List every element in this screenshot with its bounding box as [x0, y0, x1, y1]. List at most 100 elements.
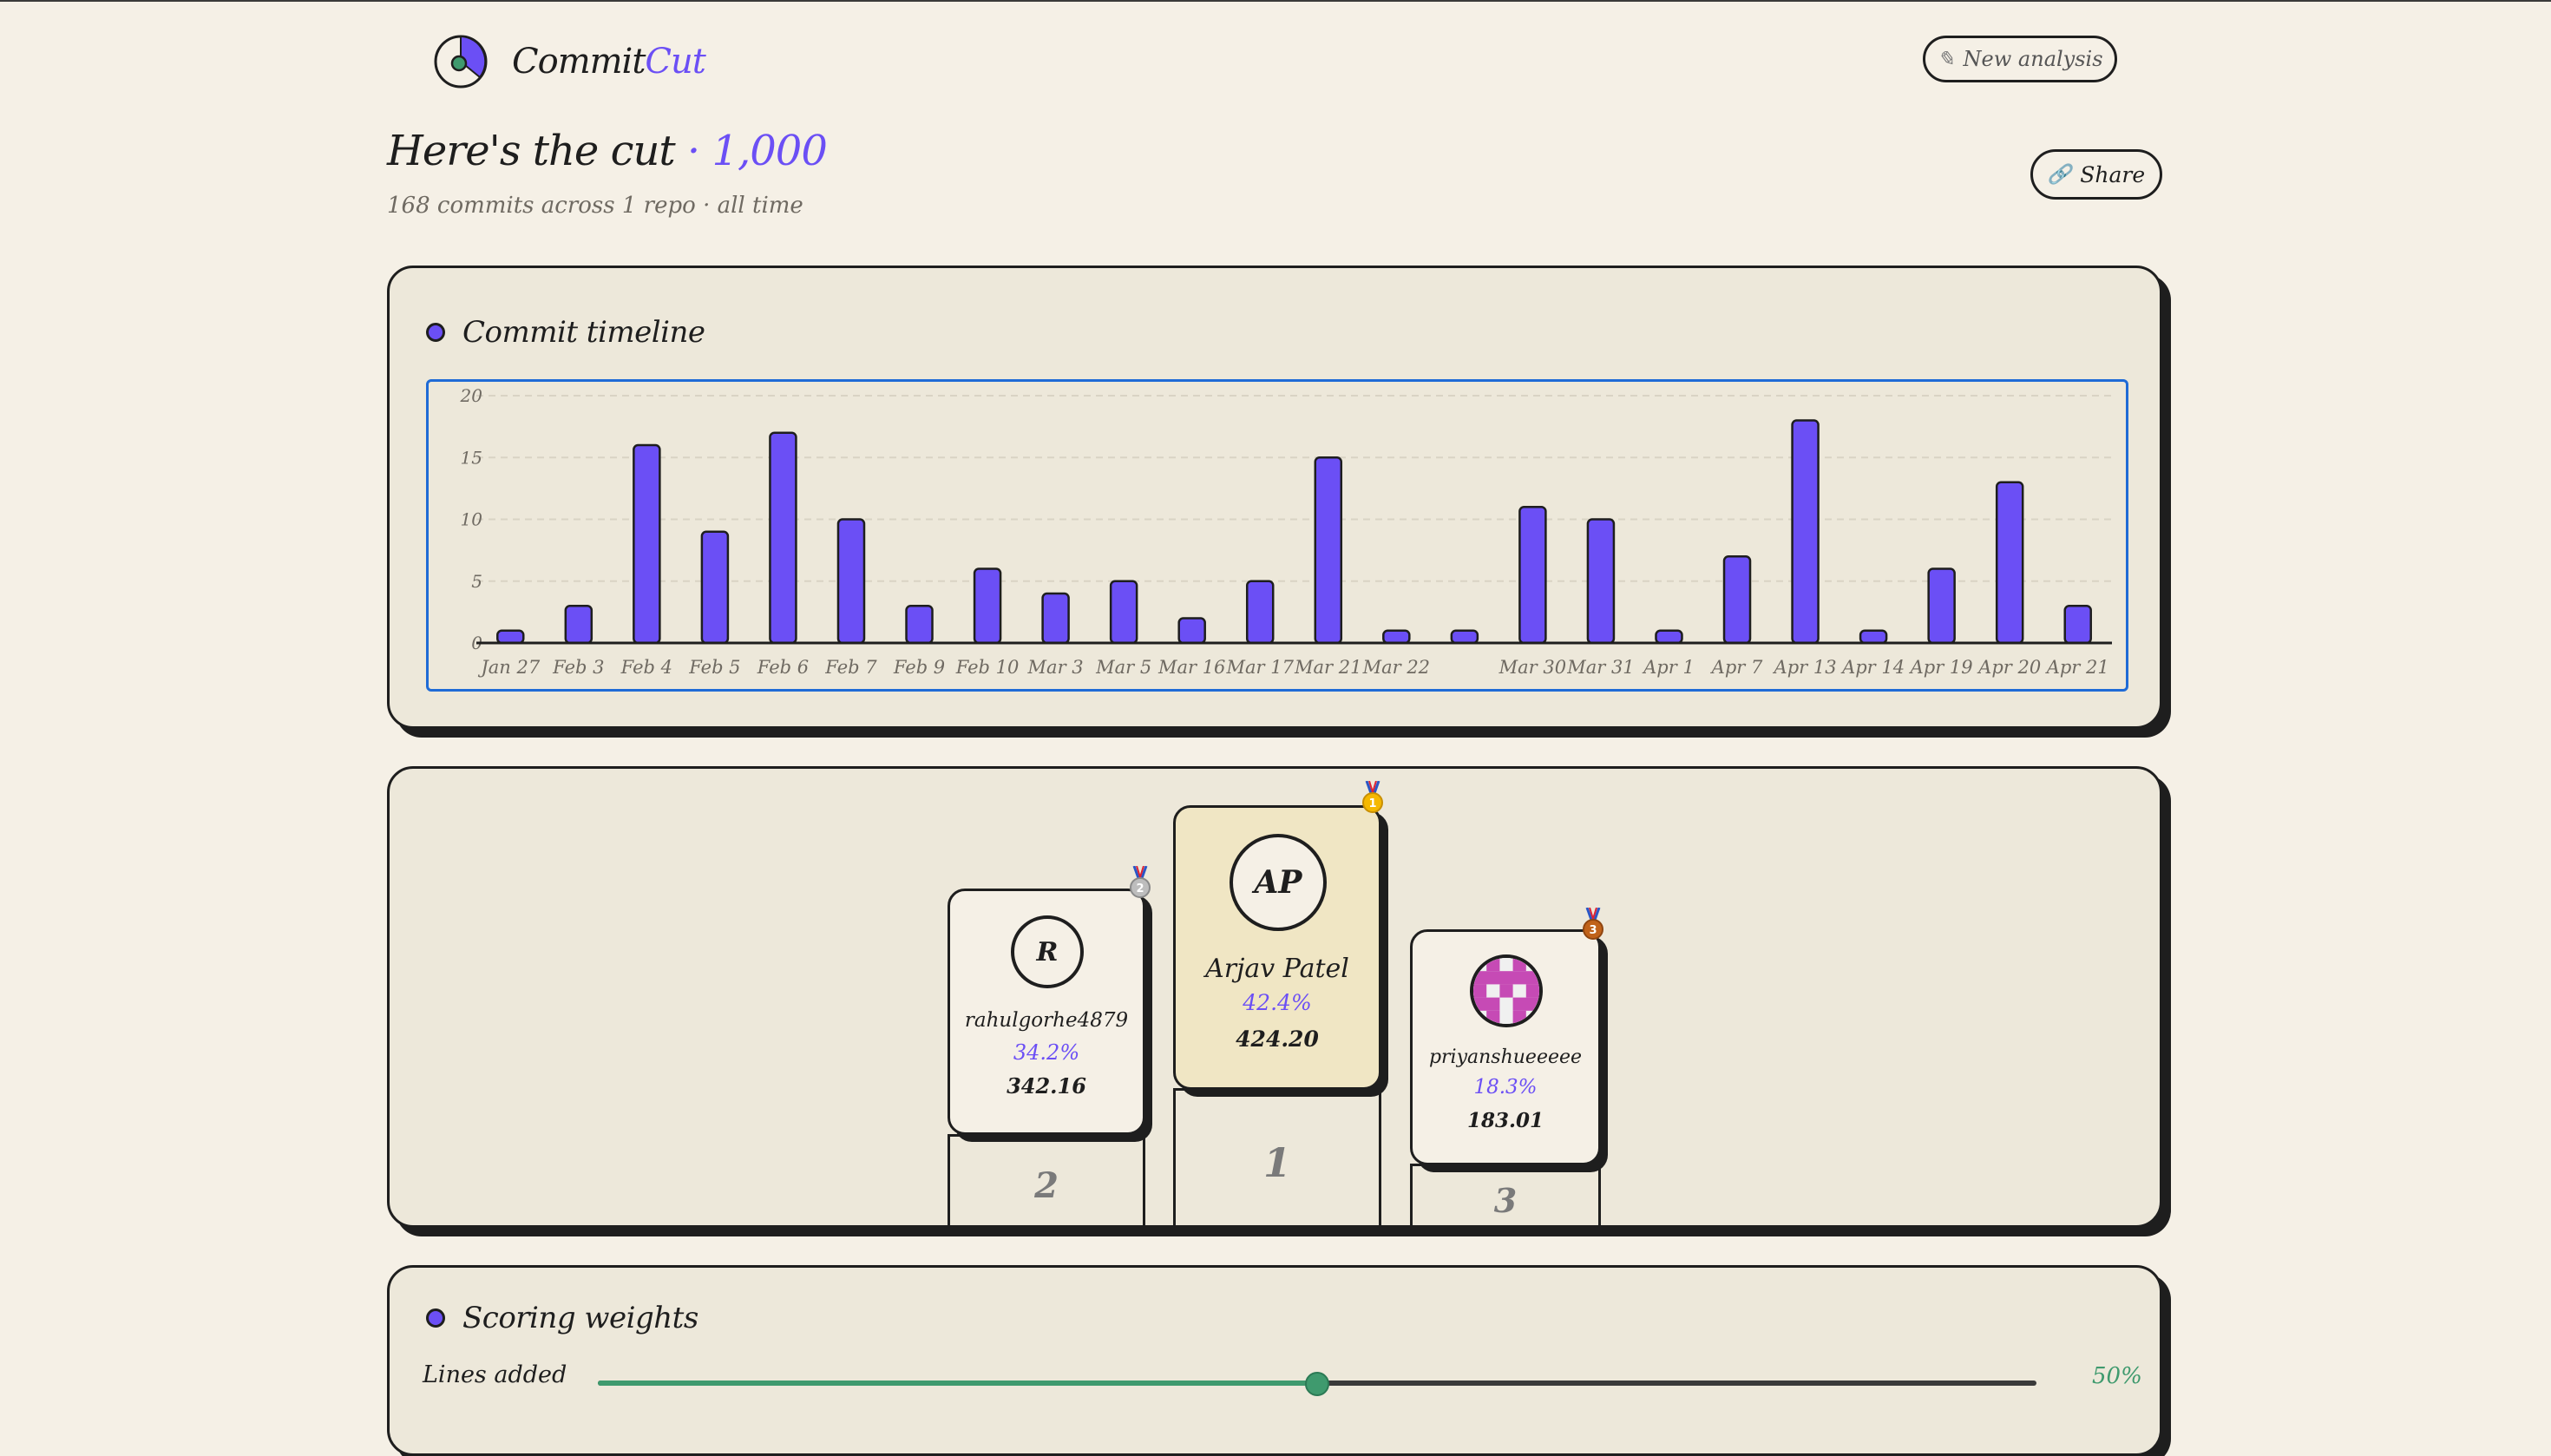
timeline-bar[interactable]	[1382, 629, 1411, 645]
timeline-bar[interactable]	[564, 605, 593, 645]
commit-timeline-card: Commit timeline 0 5 10 15 20 Jan 27 Feb 3 Feb 4…	[387, 266, 2162, 729]
x-tick-label: Mar 17	[1225, 657, 1294, 678]
svg-text:2: 2	[1136, 882, 1144, 895]
podium-card-3[interactable]: priyanshueeeee 18.3% 183.01	[1410, 929, 1601, 1165]
weight-label-lines-added: Lines added	[423, 1361, 567, 1388]
x-tick-label: Feb 4	[620, 657, 672, 678]
podium-rank-1: 1	[1262, 1138, 1291, 1186]
card-header: Scoring weights	[426, 1301, 698, 1335]
x-tick-label: Apr 7	[1710, 657, 1763, 678]
podium-card-2[interactable]: R rahulgorhe4879 34.2% 342.16	[948, 889, 1145, 1135]
share-label: Share	[2080, 161, 2146, 187]
brand-name: CommitCut	[512, 42, 706, 82]
timeline-bar[interactable]	[1995, 481, 2024, 645]
timeline-bar[interactable]	[769, 431, 797, 645]
lines-added-value: 50%	[2092, 1363, 2142, 1389]
x-tick-label: Apr 14	[1840, 657, 1905, 678]
logo-icon	[434, 35, 488, 89]
bullet-dot-icon	[426, 1308, 445, 1328]
podium-rank-3: 3	[1493, 1180, 1518, 1220]
contributor-percent: 18.3%	[1473, 1076, 1538, 1099]
page-subtitle: 168 commits across 1 repo · all time	[387, 193, 803, 219]
page-title-text: Here's the cut	[387, 127, 676, 175]
timeline-bar[interactable]	[1041, 592, 1070, 645]
podium-rank-2: 2	[1034, 1164, 1059, 1206]
contributor-name: rahulgorhe4879	[964, 1009, 1129, 1032]
avatar	[1470, 954, 1543, 1027]
y-tick-label: 20	[460, 385, 483, 406]
timeline-bar[interactable]	[700, 530, 730, 645]
timeline-bar[interactable]	[496, 629, 525, 645]
x-tick-label: Mar 31	[1566, 657, 1634, 678]
timeline-bar[interactable]	[1450, 629, 1479, 645]
x-tick-label: Mar 3	[1027, 657, 1084, 678]
x-tick-label: Feb 6	[757, 657, 809, 678]
timeline-bar[interactable]	[1245, 580, 1275, 645]
share-button[interactable]: 🔗 Share	[2030, 149, 2162, 200]
y-tick-label: 10	[461, 509, 483, 530]
timeline-bar[interactable]	[1927, 567, 1956, 645]
timeline-bar[interactable]	[1177, 617, 1206, 645]
lines-added-slider-thumb[interactable]	[1305, 1372, 1329, 1396]
y-tick-label: 5	[471, 571, 482, 592]
x-tick-label: Feb 9	[893, 657, 945, 678]
avatar-initials: AP	[1254, 864, 1302, 901]
avatar: R	[1011, 915, 1084, 988]
brand-name-accent: Cut	[645, 42, 705, 82]
scoring-weights-card: Scoring weights Lines added 50%	[387, 1265, 2162, 1456]
podium-base-3: 3	[1410, 1164, 1601, 1225]
x-tick-label: Apr 21	[2045, 657, 2109, 678]
timeline-bar[interactable]	[1109, 580, 1138, 645]
brand[interactable]: CommitCut	[432, 33, 706, 90]
podium-base-1: 1	[1173, 1088, 1381, 1225]
avatar: AP	[1230, 834, 1327, 931]
avatar-initials: R	[1036, 936, 1059, 967]
contributor-percent: 42.4%	[1243, 990, 1312, 1015]
timeline-bar[interactable]	[1314, 456, 1343, 645]
contributor-name: priyanshueeeee	[1428, 1046, 1583, 1068]
svg-text:3: 3	[1589, 924, 1597, 937]
contributor-percent: 34.2%	[1013, 1040, 1080, 1065]
timeline-bar[interactable]	[905, 605, 934, 645]
new-analysis-label: New analysis	[1963, 47, 2103, 71]
brand-name-primary: Commit	[512, 42, 646, 82]
bronze-medal-icon: 3	[1583, 908, 1603, 940]
timeline-bar[interactable]	[1586, 518, 1616, 645]
timeline-chart[interactable]: 05101520Jan 27 Feb 3 Feb 4 Feb 5 Feb 6 Feb 7F…	[429, 382, 2126, 689]
x-tick-label: Apr 13	[1773, 657, 1837, 678]
timeline-bar[interactable]	[2063, 605, 2092, 645]
identicon-avatar-icon	[1473, 958, 1539, 1024]
x-tick-label: Mar 22	[1362, 657, 1430, 678]
contributor-score: 183.01	[1466, 1109, 1544, 1132]
timeline-bar[interactable]	[633, 443, 661, 645]
leaderboard-podium-card: 2 R rahulgorhe4879 34.2% 342.16 2 1 AP A…	[387, 766, 2162, 1228]
contributor-score: 342.16	[1007, 1073, 1086, 1099]
weights-title: Scoring weights	[462, 1301, 698, 1335]
pencil-icon: ✎	[1937, 47, 1955, 71]
x-tick-label: Mar 30	[1498, 657, 1566, 678]
page-title: Here's the cut · 1,000	[387, 127, 828, 175]
x-tick-label: Mar 16	[1157, 657, 1225, 678]
x-tick-label: Apr 20	[1977, 657, 2041, 678]
x-tick-label: Apr 1	[1642, 657, 1695, 678]
timeline-bar[interactable]	[973, 567, 1002, 645]
x-tick-label: Mar 5	[1095, 657, 1151, 678]
bullet-dot-icon	[426, 323, 445, 342]
timeline-bar[interactable]	[1791, 419, 1820, 645]
new-analysis-button[interactable]: ✎ New analysis	[1923, 36, 2117, 82]
timeline-chart-frame[interactable]: 0 5 10 15 20 Jan 27 Feb 3 Feb 4 Feb 5 Feb 6 Feb 7F…	[426, 379, 2128, 692]
podium-card-1[interactable]: AP Arjav Patel 42.4% 424.20	[1173, 805, 1381, 1090]
x-tick-label: Apr 19	[1909, 657, 1973, 678]
link-icon: 🔗	[2047, 163, 2072, 186]
x-tick-label: Feb 7	[824, 657, 877, 678]
svg-text:1: 1	[1368, 797, 1376, 810]
gold-medal-icon: 1	[1362, 781, 1383, 813]
timeline-bar[interactable]	[1518, 506, 1547, 645]
total-score: · 1,000	[686, 127, 828, 175]
timeline-bar[interactable]	[1859, 629, 1888, 645]
timeline-bar[interactable]	[836, 518, 866, 645]
card-header: Commit timeline	[426, 315, 705, 350]
contributor-score: 424.20	[1236, 1026, 1319, 1052]
timeline-bar[interactable]	[1655, 629, 1683, 645]
timeline-bar[interactable]	[1722, 555, 1752, 645]
